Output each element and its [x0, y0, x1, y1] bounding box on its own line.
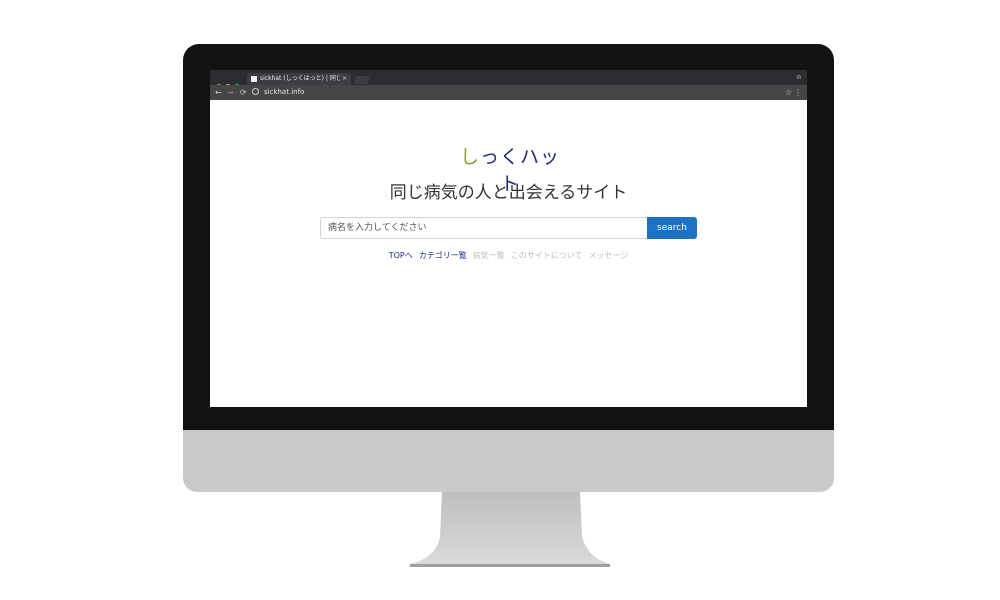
back-icon[interactable]: ← — [215, 87, 222, 98]
tab-close-icon[interactable]: × — [342, 74, 347, 84]
site-info-icon[interactable] — [252, 88, 259, 95]
reload-icon[interactable]: ⟳ — [240, 87, 247, 98]
search-button[interactable]: search — [647, 217, 697, 239]
tab-title: sickhat (しっくはっと) | 同じ病気 — [260, 75, 340, 82]
link-category-list[interactable]: カテゴリ一覧 — [419, 251, 467, 260]
logo-accent-text: し — [459, 146, 480, 168]
nav-links: TOPへ カテゴリ一覧 病気一覧 このサイトについて メッセージ — [210, 250, 807, 261]
address-bar[interactable]: sickhat.info — [252, 87, 782, 98]
browser-menu-icon[interactable]: ⋮ — [794, 87, 802, 98]
link-message[interactable]: メッセージ — [588, 251, 628, 260]
bookmark-star-icon[interactable]: ☆ — [785, 87, 792, 98]
link-about[interactable]: このサイトについて — [511, 251, 583, 260]
imac-monitor: sickhat (しっくはっと) | 同じ病気 × ⍝ ← → ⟳ sickha… — [183, 44, 834, 492]
monitor-chin — [183, 430, 834, 492]
browser-tab[interactable]: sickhat (しっくはっと) | 同じ病気 × — [247, 73, 351, 85]
browser-toolbar: ← → ⟳ sickhat.info ☆ ⋮ — [210, 85, 807, 100]
forward-icon[interactable]: → — [227, 87, 234, 98]
profile-icon[interactable]: ⍝ — [797, 73, 801, 82]
monitor-bezel: sickhat (しっくはっと) | 同じ病気 × ⍝ ← → ⟳ sickha… — [183, 44, 834, 430]
link-disease-list[interactable]: 病気一覧 — [473, 251, 505, 260]
link-top[interactable]: TOPへ — [389, 251, 413, 260]
browser-window: sickhat (しっくはっと) | 同じ病気 × ⍝ ← → ⟳ sickha… — [210, 70, 807, 407]
new-tab-button[interactable] — [353, 76, 371, 84]
address-url: sickhat.info — [264, 88, 305, 96]
monitor-stand — [410, 492, 610, 567]
page-tagline: 同じ病気の人と出会えるサイト — [389, 183, 628, 203]
favicon-icon — [251, 76, 257, 82]
tab-bar: sickhat (しっくはっと) | 同じ病気 × ⍝ — [210, 70, 807, 90]
search-input[interactable] — [320, 217, 647, 239]
